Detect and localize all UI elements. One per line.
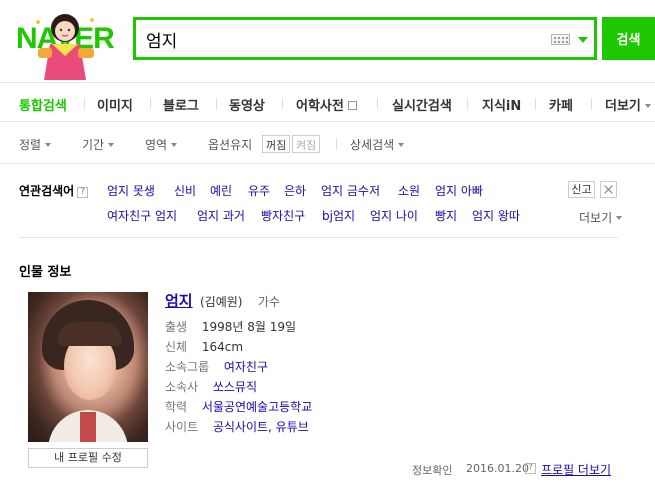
- keep-option-label: 옵션유지: [208, 138, 253, 152]
- keyboard-icon[interactable]: [551, 34, 570, 45]
- close-icon[interactable]: [600, 181, 617, 198]
- tab-kin[interactable]: 지식iN: [482, 95, 521, 114]
- edit-profile-button[interactable]: 내 프로필 수정: [28, 448, 148, 468]
- related-link[interactable]: 은하: [284, 182, 306, 199]
- info-label: 출생: [165, 320, 188, 334]
- info-value-link[interactable]: 공식사이트, 유튜브: [213, 420, 309, 434]
- area-label: 영역: [145, 138, 168, 152]
- info-value: 164cm: [201, 340, 244, 354]
- info-row-agency: 소속사 쏘스뮤직: [165, 378, 257, 395]
- tab-video[interactable]: 동영상: [229, 95, 265, 114]
- related-searches: 연관검색어? 엄지 못생 신비 예린 유주 은하 엄지 금수저 소원 엄지 아빠…: [0, 165, 655, 237]
- related-link[interactable]: 엄지 아빠: [435, 182, 483, 199]
- info-value: 1998년 8월 19일: [201, 320, 297, 334]
- info-label: 학력: [165, 400, 188, 414]
- related-link[interactable]: 엄지 왕따: [472, 207, 520, 224]
- search-options: 정렬 기간 영역 옵션유지 꺼짐 켜짐 상세검색: [0, 122, 655, 164]
- section-title: 인물 정보: [19, 265, 72, 280]
- tab-dictionary-label: 어학사전: [296, 99, 344, 114]
- more-profile-link[interactable]: 프로필 더보기: [541, 461, 611, 478]
- help-icon[interactable]: ?: [77, 187, 89, 198]
- verified-label: 정보확인: [412, 464, 453, 477]
- info-value-link[interactable]: 쏘스뮤직: [213, 380, 257, 394]
- tab-blog[interactable]: 블로그: [163, 95, 199, 114]
- period-dropdown[interactable]: 기간: [82, 136, 115, 153]
- chevron-down-icon: [644, 104, 651, 108]
- related-title-text: 연관검색어: [19, 184, 75, 198]
- header: NAVER 검색: [0, 0, 655, 82]
- chevron-down-icon: [171, 143, 178, 147]
- related-link[interactable]: 신비: [174, 182, 196, 199]
- search-input[interactable]: [146, 27, 526, 51]
- divider: [19, 237, 618, 238]
- tab-integrated[interactable]: 통합검색: [19, 95, 67, 114]
- verified-date: 2016.01.20: [466, 462, 529, 475]
- related-link[interactable]: 소원: [398, 182, 420, 199]
- tab-dictionary[interactable]: 어학사전: [296, 95, 357, 114]
- help-icon[interactable]: ?: [525, 463, 536, 474]
- related-link[interactable]: 여자친구 엄지: [107, 207, 177, 224]
- info-value-link[interactable]: 여자친구: [224, 360, 268, 374]
- chevron-down-icon: [108, 143, 115, 147]
- keep-option-on-toggle[interactable]: 켜짐: [292, 135, 321, 153]
- chevron-down-icon: [398, 143, 405, 147]
- info-row-education: 학력 서울공연예술고등학교: [165, 398, 312, 415]
- period-label: 기간: [82, 138, 105, 152]
- tab-cafe[interactable]: 카페: [549, 95, 573, 114]
- info-label: 사이트: [165, 420, 199, 434]
- related-link[interactable]: bj엄지: [322, 207, 355, 224]
- person-original-name: (김예원): [200, 295, 243, 309]
- info-row-group: 소속그룹 여자친구: [165, 358, 268, 375]
- info-row-birth: 출생 1998년 8월 19일: [165, 318, 296, 335]
- dictionary-popup-icon: [347, 101, 357, 110]
- related-link[interactable]: 유주: [248, 182, 270, 199]
- search-button[interactable]: 검색: [602, 17, 655, 60]
- chevron-down-icon: [616, 216, 623, 220]
- area-dropdown[interactable]: 영역: [145, 136, 178, 153]
- detail-search-dropdown[interactable]: 상세검색: [350, 136, 405, 153]
- detail-search-label: 상세검색: [350, 138, 395, 152]
- related-link[interactable]: 엄지 과거: [197, 207, 245, 224]
- doodle-character-icon[interactable]: [30, 8, 100, 82]
- info-label: 소속사: [165, 380, 199, 394]
- keep-option-off-toggle[interactable]: 꺼짐: [262, 135, 291, 153]
- sort-label: 정렬: [19, 138, 42, 152]
- sort-dropdown[interactable]: 정렬: [19, 136, 52, 153]
- info-value-link[interactable]: 서울공연예술고등학교: [202, 400, 312, 414]
- related-title: 연관검색어?: [19, 182, 89, 199]
- info-row-body: 신체 164cm: [165, 338, 243, 355]
- related-more-label: 더보기: [579, 211, 613, 225]
- related-link[interactable]: 엄지 금수저: [321, 182, 380, 199]
- related-link[interactable]: 빵자친구: [261, 207, 305, 224]
- profile-photo[interactable]: [28, 292, 148, 442]
- chevron-down-icon: [45, 143, 52, 147]
- related-link[interactable]: 엄지 나이: [370, 207, 418, 224]
- tab-realtime[interactable]: 실시간검색: [392, 95, 452, 114]
- search-box: [133, 17, 597, 60]
- info-label: 소속그룹: [165, 360, 210, 374]
- search-tabs: 통합검색 이미지 블로그 동영상 어학사전 실시간검색 지식iN 카페 더보기: [0, 82, 655, 122]
- tab-images[interactable]: 이미지: [97, 95, 133, 114]
- related-link[interactable]: 빵지: [435, 207, 457, 224]
- related-link[interactable]: 엄지 못생: [107, 182, 155, 199]
- info-row-site: 사이트 공식사이트, 유튜브: [165, 418, 309, 435]
- info-label: 신체: [165, 340, 188, 354]
- person-job: 가수: [258, 295, 281, 309]
- autocomplete-arrow-icon[interactable]: [578, 37, 588, 43]
- person-name-link[interactable]: 엄지: [165, 290, 193, 311]
- related-more-button[interactable]: 더보기: [579, 209, 623, 226]
- tab-more[interactable]: 더보기: [605, 95, 651, 114]
- report-button[interactable]: 신고: [568, 181, 595, 198]
- related-link[interactable]: 예린: [210, 182, 232, 199]
- tab-more-label: 더보기: [605, 99, 641, 114]
